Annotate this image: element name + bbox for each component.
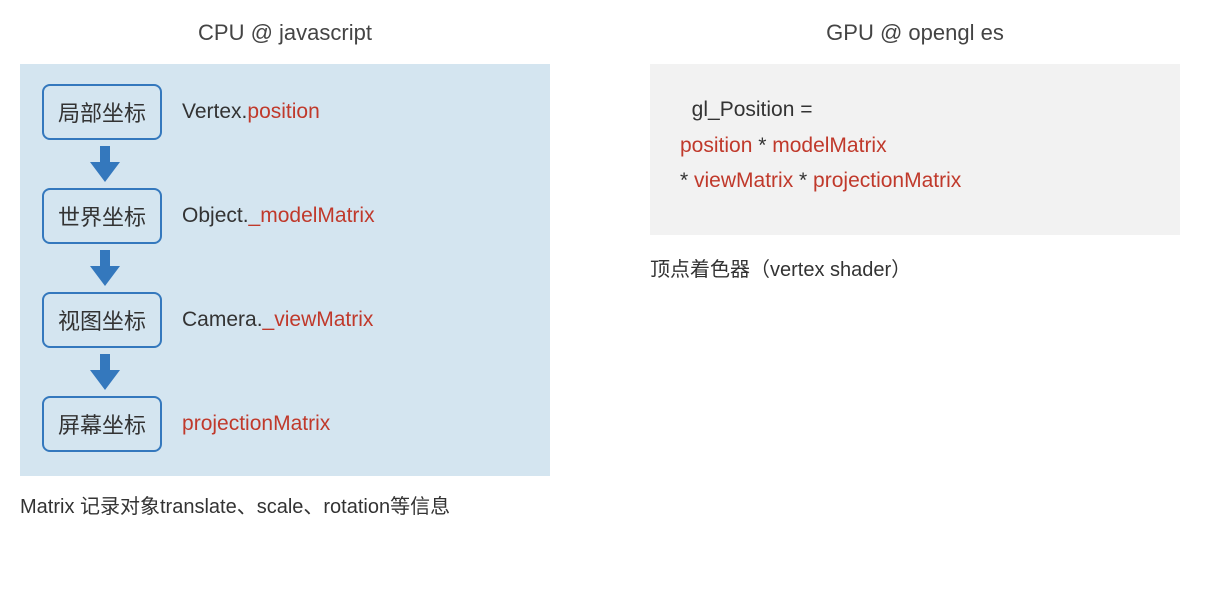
step-label: projectionMatrix <box>182 412 330 436</box>
cpu-caption: Matrix 记录对象translate、scale、rotation等信息 <box>20 490 550 519</box>
cpu-panel: 局部坐标 Vertex.position 世界坐标 Object._modelM… <box>20 64 550 476</box>
gpu-panel: gl_Position = position * modelMatrix * v… <box>650 64 1180 235</box>
code-line-3: * viewMatrix * projectionMatrix <box>680 163 1150 199</box>
step-box: 世界坐标 <box>42 188 162 244</box>
label-highlight: projectionMatrix <box>182 412 330 435</box>
gpu-caption: 顶点着色器（vertex shader） <box>650 253 1180 282</box>
step-box: 屏幕坐标 <box>42 396 162 452</box>
gpu-title: GPU @ opengl es <box>650 20 1180 46</box>
code-hl: projectionMatrix <box>813 169 961 192</box>
step-label: Object._modelMatrix <box>182 204 375 228</box>
cpu-title: CPU @ javascript <box>20 20 550 46</box>
step-view-coords: 视图坐标 Camera._viewMatrix <box>42 292 528 348</box>
code-text: gl_Position = <box>692 98 813 121</box>
label-highlight: _modelMatrix <box>249 204 375 227</box>
code-line-2: position * modelMatrix <box>680 128 1150 164</box>
gpu-column: GPU @ opengl es gl_Position = position *… <box>650 20 1180 282</box>
code-text: * <box>752 134 772 157</box>
step-screen-coords: 屏幕坐标 projectionMatrix <box>42 396 528 452</box>
code-text: * <box>680 169 694 192</box>
cpu-column: CPU @ javascript 局部坐标 Vertex.position 世界… <box>20 20 550 519</box>
code-hl: modelMatrix <box>772 134 886 157</box>
step-box: 视图坐标 <box>42 292 162 348</box>
step-world-coords: 世界坐标 Object._modelMatrix <box>42 188 528 244</box>
step-local-coords: 局部坐标 Vertex.position <box>42 84 528 140</box>
code-hl: position <box>680 134 752 157</box>
label-prefix: Object. <box>182 204 249 227</box>
code-line-1: gl_Position = <box>680 92 1150 128</box>
arrow-down-icon <box>90 146 528 182</box>
label-highlight: position <box>247 100 319 123</box>
label-highlight: _viewMatrix <box>263 308 374 331</box>
step-label: Camera._viewMatrix <box>182 308 373 332</box>
label-prefix: Camera. <box>182 308 263 331</box>
arrow-down-icon <box>90 250 528 286</box>
code-text: * <box>793 169 813 192</box>
label-prefix: Vertex. <box>182 100 247 123</box>
arrow-down-icon <box>90 354 528 390</box>
code-hl: viewMatrix <box>694 169 793 192</box>
diagram-columns: CPU @ javascript 局部坐标 Vertex.position 世界… <box>20 20 1198 519</box>
step-box: 局部坐标 <box>42 84 162 140</box>
step-label: Vertex.position <box>182 100 320 124</box>
